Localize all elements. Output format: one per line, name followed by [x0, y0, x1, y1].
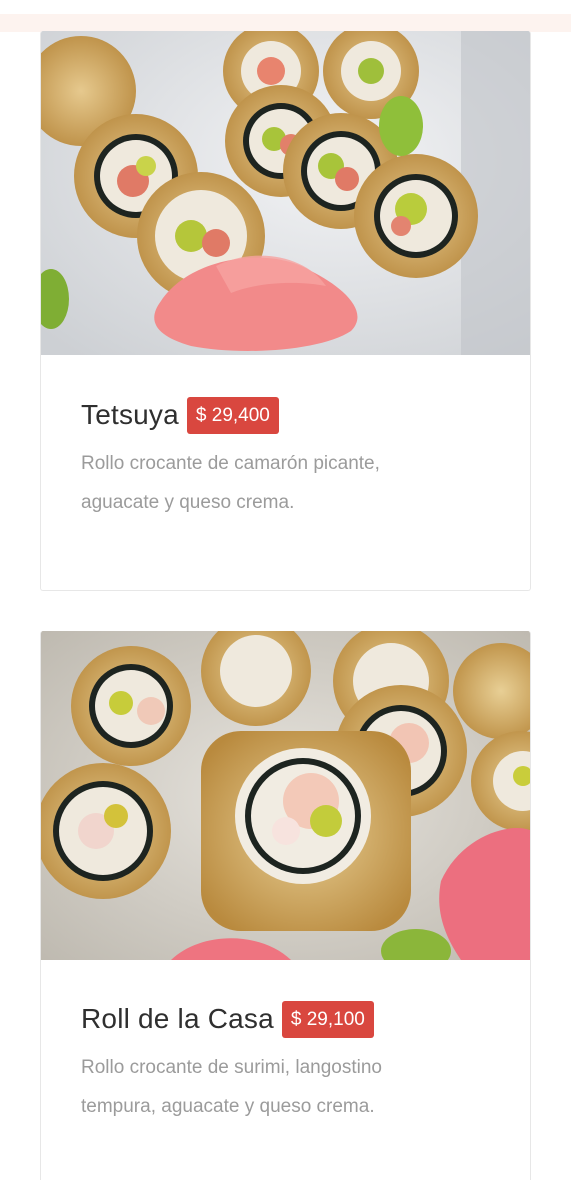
dish-description: Rollo crocante de camarón picante, aguac…: [81, 453, 380, 513]
menu-card[interactable]: Roll de la Casa $ 29,100 Rollo crocante …: [40, 631, 531, 1180]
title-row: Roll de la Casa $ 29,100: [81, 1000, 490, 1038]
price-badge: $ 29,100: [281, 1000, 374, 1038]
card-body: Tetsuya $ 29,400 Rollo crocante de camar…: [41, 355, 530, 522]
card-body: Roll de la Casa $ 29,100 Rollo crocante …: [41, 960, 530, 1126]
dish-description: Rollo crocante de surimi, langostino tem…: [81, 1057, 382, 1117]
title-row: Tetsuya $ 29,400: [81, 396, 490, 434]
dish-photo: [41, 631, 530, 960]
dish-name[interactable]: Roll de la Casa: [81, 1003, 274, 1035]
sushi-rolls-illustration: [41, 31, 530, 355]
sushi-rolls-illustration: [41, 631, 530, 960]
header-strip: [0, 14, 571, 32]
dish-name[interactable]: Tetsuya: [81, 399, 179, 431]
dish-photo: [41, 31, 530, 355]
price-badge: $ 29,400: [186, 396, 279, 434]
menu-card[interactable]: Tetsuya $ 29,400 Rollo crocante de camar…: [40, 31, 531, 591]
